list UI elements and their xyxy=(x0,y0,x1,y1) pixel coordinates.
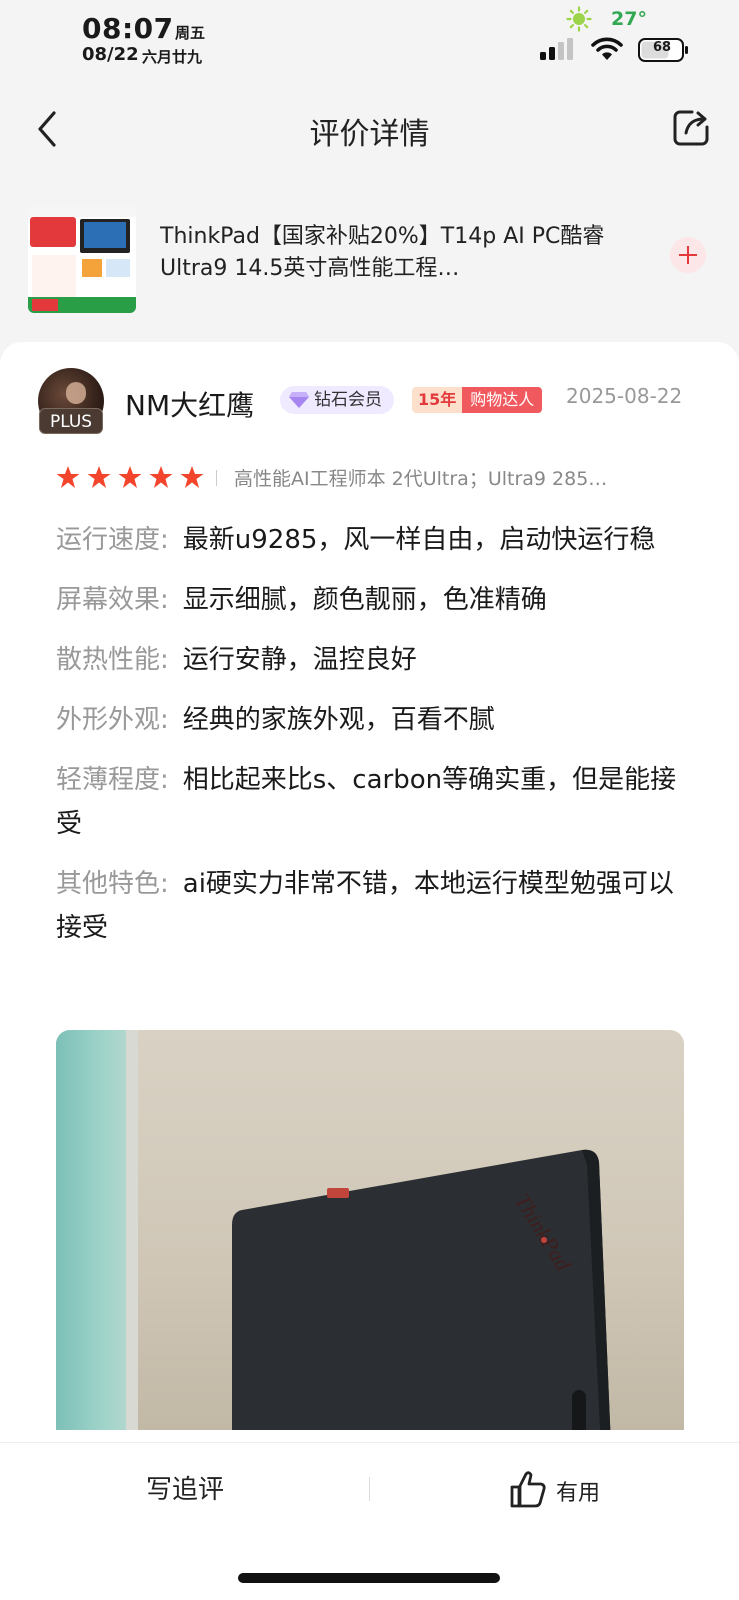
review-photo[interactable]: ThinkPad xyxy=(56,1030,684,1430)
plus-badge: PLUS xyxy=(39,408,103,434)
star-icon xyxy=(87,466,111,488)
status-temperature: 27° xyxy=(611,8,647,30)
useful-button[interactable]: 有用 xyxy=(500,1465,630,1515)
review-item: 外形外观: 经典的家族外观，百看不腻 xyxy=(56,698,686,742)
star-icon xyxy=(149,466,173,488)
review-item-text: 经典的家族外观，百看不腻 xyxy=(182,705,495,735)
status-weekday: 周五 xyxy=(175,24,206,42)
signal-icon xyxy=(540,38,573,60)
divider xyxy=(216,470,217,486)
wifi-icon xyxy=(591,37,623,60)
share-icon[interactable] xyxy=(672,109,710,147)
review-card: PLUS NM大红鹰 钻石会员 15年 购物达人 2025-08-22 高性能A… xyxy=(0,342,739,1442)
star-icon xyxy=(56,466,80,488)
status-bar: 08:07 周五 08/22 六月廿九 27° 68 xyxy=(0,0,739,80)
status-time: 08:07 xyxy=(82,12,174,45)
status-date: 08/22 xyxy=(82,44,139,65)
review-item: 轻薄程度: 相比起来比s、carbon等确实重，但是能接受 xyxy=(56,758,686,846)
review-item-label: 轻薄程度: xyxy=(56,765,169,795)
product-image xyxy=(28,205,136,313)
diamond-icon xyxy=(289,392,309,408)
product-card[interactable]: ThinkPad【国家补贴20%】T14p AI PC酷睿 Ultra9 14.… xyxy=(0,195,739,315)
home-indicator[interactable] xyxy=(238,1573,500,1583)
product-thumbnail[interactable] xyxy=(28,205,136,313)
member-badge: 钻石会员 xyxy=(280,386,394,414)
status-lunar-date: 六月廿九 xyxy=(142,48,203,66)
review-body: 运行速度: 最新u9285，风一样自由，启动快运行稳 屏幕效果: 显示细腻，颜色靓丽… xyxy=(56,518,686,966)
review-item: 运行速度: 最新u9285，风一样自由，启动快运行稳 xyxy=(56,518,686,562)
username[interactable]: NM大红鹰 xyxy=(125,384,254,424)
review-item-label: 散热性能: xyxy=(56,645,169,675)
review-item: 屏幕效果: 显示细腻，颜色靓丽，色准精确 xyxy=(56,578,686,622)
years-label: 购物达人 xyxy=(462,387,543,413)
review-date: 2025-08-22 xyxy=(566,384,683,408)
bottom-bar: 写追评 有用 xyxy=(0,1442,739,1600)
review-item: 其他特色: ai硬实力非常不错，本地运行模型勉强可以接受 xyxy=(56,862,686,950)
years-number: 15年 xyxy=(412,387,463,413)
thumbs-up-icon xyxy=(510,1471,546,1508)
nav-bar: 评价详情 xyxy=(0,95,739,165)
product-name[interactable]: ThinkPad【国家补贴20%】T14p AI PC酷睿 Ultra9 14.… xyxy=(160,221,620,285)
follow-up-review-button[interactable]: 写追评 xyxy=(100,1465,270,1515)
years-badge: 15年 购物达人 xyxy=(412,387,543,413)
useful-label: 有用 xyxy=(556,1481,601,1506)
star-icon xyxy=(180,466,204,488)
member-badge-label: 钻石会员 xyxy=(314,390,382,410)
laptop-image: ThinkPad xyxy=(232,1149,611,1430)
plus-icon[interactable] xyxy=(670,237,706,273)
review-item: 散热性能: 运行安静，温控良好 xyxy=(56,638,686,682)
review-item-text: 最新u9285，风一样自由，启动快运行稳 xyxy=(182,525,656,555)
review-item-label: 运行速度: xyxy=(56,525,169,555)
star-rating xyxy=(56,465,204,489)
photo-wall xyxy=(56,1030,134,1430)
review-item-label: 屏幕效果: xyxy=(56,585,169,615)
photo-strip xyxy=(126,1030,138,1430)
product-variant: 高性能AI工程师本 2代Ultra；Ultra9 285… xyxy=(234,468,608,490)
star-icon xyxy=(118,466,142,488)
page-title: 评价详情 xyxy=(309,117,430,152)
battery-level: 68 xyxy=(652,40,672,55)
review-item-text: 显示细腻，颜色靓丽，色准精确 xyxy=(182,585,547,615)
review-item-label: 外形外观: xyxy=(56,705,169,735)
review-item-text: 运行安静，温控良好 xyxy=(182,645,417,675)
divider xyxy=(369,1477,370,1501)
sun-icon xyxy=(566,6,592,32)
review-item-label: 其他特色: xyxy=(56,869,169,899)
